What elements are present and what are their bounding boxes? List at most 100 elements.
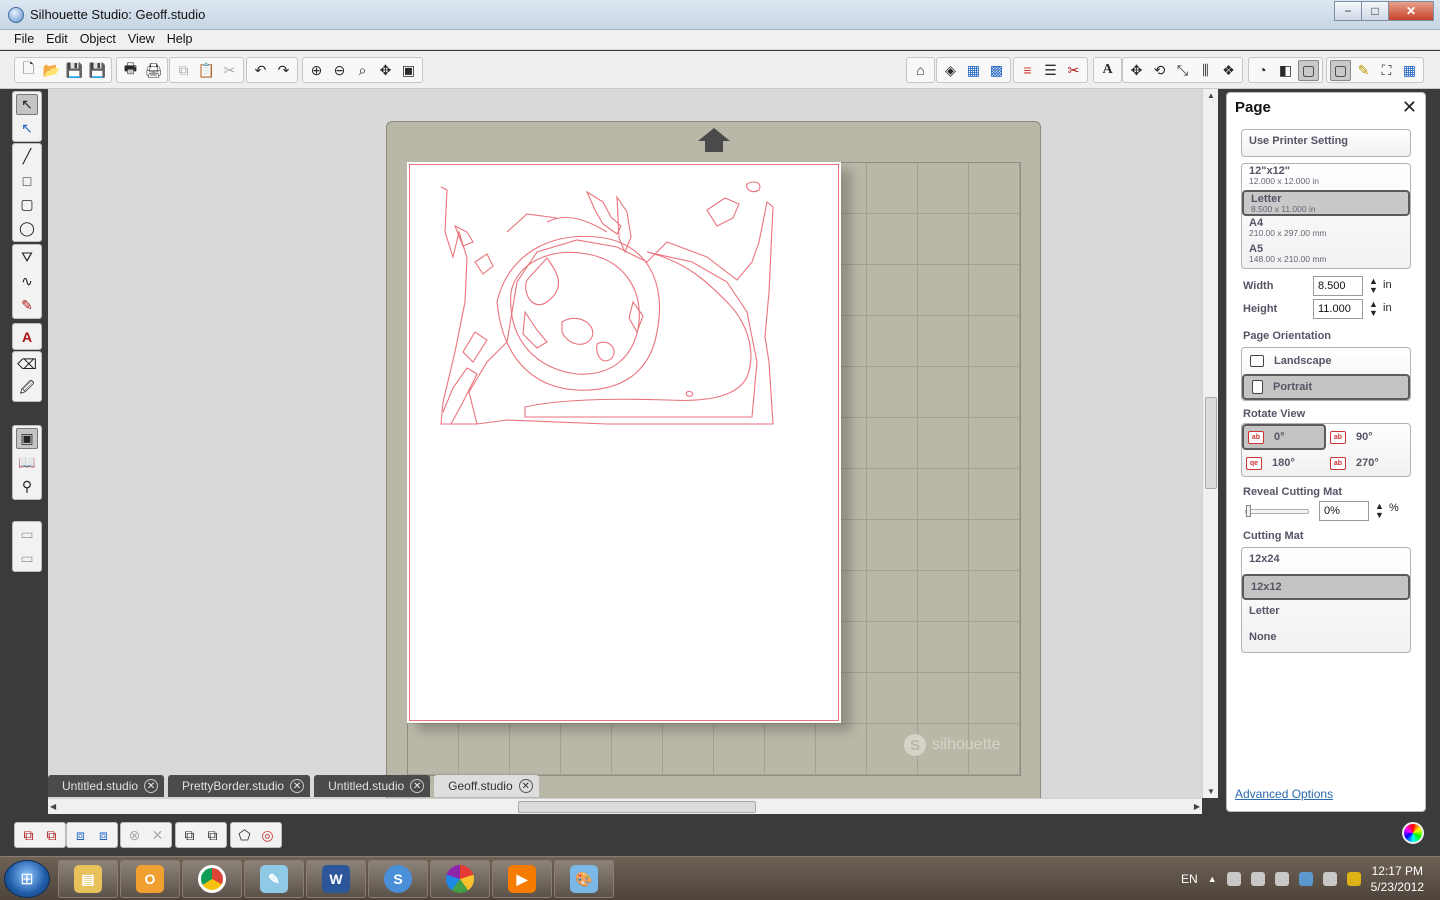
knife-tool-icon[interactable]: 🖉 (16, 378, 38, 399)
horizontal-scrollbar[interactable]: ◀ ▶ (48, 798, 1202, 814)
rounded-rectangle-tool-icon[interactable]: ▢ (16, 194, 38, 215)
home-icon[interactable]: ⌂ (910, 60, 931, 81)
cut-settings-icon[interactable]: ◎ (257, 825, 278, 846)
print-and-cut-icon[interactable]: 🖨 (143, 60, 164, 81)
menu-help[interactable]: Help (161, 30, 199, 49)
mat-12x12[interactable]: 12x12 (1242, 574, 1410, 600)
design-canvas[interactable]: S silhouette (48, 89, 1202, 798)
reveal-stepper-icon[interactable]: ▲ ▼ (1375, 502, 1384, 520)
taskbar-chrome[interactable] (182, 860, 242, 898)
store-icon[interactable]: ⚲ (16, 476, 38, 497)
zoom-select-icon[interactable]: ⌕ (352, 60, 373, 81)
orientation-portrait[interactable]: Portrait (1242, 374, 1410, 400)
close-panel-icon[interactable]: ✕ (1402, 97, 1417, 118)
tab-untitled-2[interactable]: Untitled.studio ✕ (314, 775, 431, 797)
rotate-icon[interactable]: ⟲ (1149, 60, 1170, 81)
maximize-button[interactable]: □ (1361, 1, 1389, 21)
page-size-a5[interactable]: A5 148.00 x 210.00 mm (1242, 242, 1410, 268)
close-button[interactable]: ✕ (1388, 1, 1434, 21)
horizontal-scroll-thumb[interactable] (518, 801, 756, 813)
page-size-12x12[interactable]: 12"x12" 12.000 x 12.000 in (1242, 164, 1410, 190)
scroll-left-icon[interactable]: ◀ (50, 802, 56, 811)
menu-file[interactable]: File (8, 30, 40, 49)
fit-to-page-icon[interactable]: ▣ (398, 60, 419, 81)
vertical-scrollbar[interactable]: ▲ ▼ (1202, 89, 1218, 798)
line-color-icon[interactable]: ≡ (1017, 60, 1038, 81)
width-field[interactable] (1313, 276, 1363, 296)
weld-icon[interactable]: ⊗ (124, 825, 145, 846)
menu-edit[interactable]: Edit (40, 30, 74, 49)
page-settings-icon[interactable]: ▢ (1298, 59, 1319, 81)
cut-style-icon[interactable]: ✂ (1063, 60, 1084, 81)
open-folder-icon[interactable]: 📂 (41, 60, 62, 81)
undo-icon[interactable]: ↶ (250, 60, 271, 81)
reveal-mat-field[interactable] (1319, 501, 1369, 521)
save-icon[interactable]: 💾 (64, 60, 85, 81)
print-icon[interactable]: 🖶 (120, 60, 141, 81)
ungroup-icon[interactable]: ⧉ (41, 825, 62, 846)
ellipse-tool-icon[interactable]: ◯ (16, 218, 38, 239)
line-tool-icon[interactable]: ╱ (16, 146, 38, 167)
taskbar-explorer[interactable]: ▤ (58, 860, 118, 898)
zoom-out-icon[interactable]: ⊖ (329, 60, 350, 81)
minimize-button[interactable]: − (1334, 1, 1362, 21)
taskbar-silhouette[interactable]: S (368, 860, 428, 898)
taskbar-paint[interactable]: 🎨 (554, 860, 614, 898)
panel-bottom-icon[interactable]: ▭ (16, 548, 38, 569)
drive-icon[interactable] (1346, 872, 1361, 886)
volume-icon[interactable] (1250, 872, 1265, 886)
line-style-icon[interactable]: ☰ (1040, 60, 1061, 81)
height-field[interactable] (1313, 299, 1363, 319)
clock[interactable]: 12:17 PM 5/23/2012 (1371, 863, 1424, 895)
reveal-mat-slider-thumb[interactable] (1246, 505, 1251, 517)
redo-icon[interactable]: ↷ (273, 60, 294, 81)
offset-icon[interactable]: ◔ (1252, 60, 1273, 81)
language-indicator[interactable]: EN (1181, 872, 1198, 886)
select-fullscreen-icon[interactable]: ✎ (1353, 60, 1374, 81)
rotate-270[interactable]: ab 270° (1326, 450, 1410, 476)
taskbar-notepad[interactable]: ✎ (244, 860, 304, 898)
page-size-a4[interactable]: A4 210.00 x 297.00 mm (1242, 216, 1410, 242)
scroll-up-icon[interactable]: ▲ (1207, 91, 1215, 100)
fill-gradient-icon[interactable]: ▦ (963, 60, 984, 81)
page-letter[interactable] (407, 162, 841, 723)
panel-top-icon[interactable]: ▭ (16, 524, 38, 545)
vertical-scroll-thumb[interactable] (1205, 397, 1217, 489)
close-tab-icon[interactable]: ✕ (410, 779, 425, 793)
tab-untitled-1[interactable]: Untitled.studio ✕ (48, 775, 165, 797)
use-printer-setting-option[interactable]: Use Printer Setting (1242, 130, 1410, 156)
color-wheel-icon[interactable] (1402, 822, 1424, 844)
polygon-tool-icon[interactable]: ⛛ (16, 247, 38, 268)
grid-view-icon[interactable]: ▦ (1399, 60, 1420, 81)
release-compound-icon[interactable]: ⧈ (93, 825, 114, 846)
fill-pattern-icon[interactable]: ▩ (986, 60, 1007, 81)
battery-icon[interactable] (1322, 872, 1337, 886)
taskbar-word[interactable]: W (306, 860, 366, 898)
menu-object[interactable]: Object (74, 30, 122, 49)
page-size-letter[interactable]: Letter 8.500 x 11.000 in (1242, 190, 1410, 216)
save-to-library-icon[interactable]: 💾 (87, 60, 108, 81)
rotate-180[interactable]: qe 180° (1242, 450, 1326, 476)
mat-none[interactable]: None (1242, 626, 1410, 652)
text-tool-icon[interactable]: A (16, 326, 38, 347)
bring-front-icon[interactable]: ⧉ (179, 825, 200, 846)
reveal-mat-slider[interactable] (1245, 509, 1309, 514)
pan-icon[interactable]: ✥ (375, 60, 396, 81)
scroll-right-icon[interactable]: ▶ (1194, 802, 1200, 811)
register-icon[interactable]: ⬠ (234, 825, 255, 846)
tray-app-icon[interactable] (1226, 872, 1241, 886)
trace-icon[interactable]: ◧ (1275, 60, 1296, 81)
cutting-mat-view-icon[interactable]: ▣ (16, 428, 38, 449)
eraser-tool-icon[interactable]: ⌫ (16, 354, 38, 375)
paste-icon[interactable]: 📋 (196, 60, 217, 81)
close-tab-icon[interactable]: ✕ (144, 779, 159, 793)
cut-icon[interactable]: ✂ (219, 60, 240, 81)
close-tab-icon[interactable]: ✕ (518, 779, 533, 793)
transform-icon[interactable]: ✥ (1126, 60, 1147, 81)
align-icon[interactable]: ⫼ (1195, 60, 1216, 81)
fill-color-icon[interactable]: ◈ (940, 60, 961, 81)
rotate-0[interactable]: ab 0° (1242, 424, 1326, 450)
taskbar-media-player[interactable]: ▶ (492, 860, 552, 898)
width-stepper-icon[interactable]: ▲ ▼ (1369, 277, 1378, 295)
mat-letter[interactable]: Letter (1242, 600, 1410, 626)
